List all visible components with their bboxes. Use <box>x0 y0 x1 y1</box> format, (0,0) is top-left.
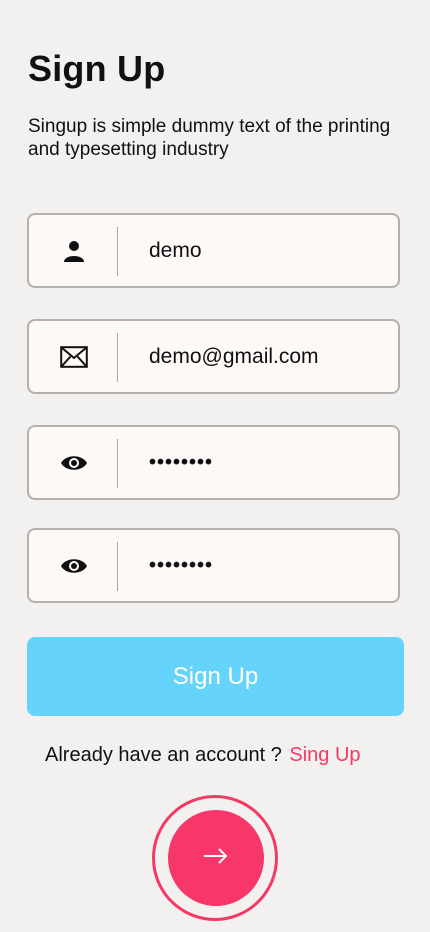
eye-icon[interactable] <box>59 551 89 581</box>
email-field[interactable]: demo@gmail.com <box>27 319 400 394</box>
user-icon <box>59 236 89 266</box>
email-value[interactable]: demo@gmail.com <box>149 345 319 369</box>
envelope-icon <box>59 342 89 372</box>
eye-icon[interactable] <box>59 448 89 478</box>
page-title: Sign Up <box>28 48 166 89</box>
field-divider <box>117 227 118 276</box>
page-subtitle: Singup is simple dummy text of the print… <box>28 116 391 160</box>
sign-up-button[interactable]: Sign Up <box>27 637 404 716</box>
field-divider <box>117 542 118 591</box>
username-field[interactable]: demo <box>27 213 400 288</box>
field-divider <box>117 439 118 488</box>
field-divider <box>117 333 118 382</box>
sign-up-link[interactable]: Sing Up <box>289 744 360 766</box>
next-button[interactable] <box>168 810 264 906</box>
account-prompt-text: Already have an account ? <box>45 744 282 766</box>
password-field[interactable]: •••••••• <box>27 425 400 500</box>
account-prompt: Already have an account ? Sing Up <box>45 744 361 767</box>
confirm-password-value[interactable]: •••••••• <box>149 554 213 577</box>
arrow-right-icon <box>203 847 229 870</box>
confirm-password-field[interactable]: •••••••• <box>27 528 400 603</box>
username-value[interactable]: demo <box>149 239 202 263</box>
password-value[interactable]: •••••••• <box>149 451 213 474</box>
